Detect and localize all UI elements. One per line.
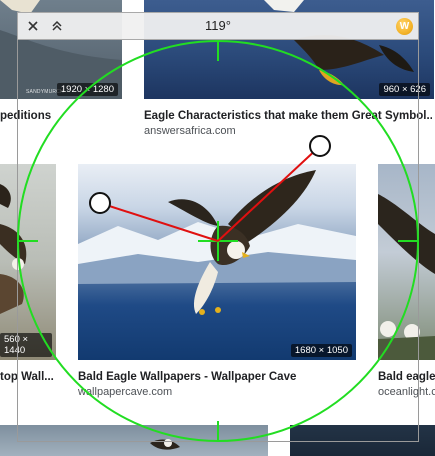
collapse-button[interactable] [46, 15, 68, 37]
app-logo-icon: W [396, 18, 413, 35]
arm-handle-left[interactable] [89, 192, 111, 214]
protractor-toolbar[interactable]: 119° W [17, 12, 419, 40]
protractor-arm-right [217, 145, 321, 242]
protractor-arm-left [99, 202, 219, 242]
double-chevron-up-icon [52, 20, 62, 31]
protractor-overlay [17, 40, 419, 442]
close-icon [28, 21, 38, 31]
close-button[interactable] [22, 15, 44, 37]
arm-handle-right[interactable] [309, 135, 331, 157]
logo-letter: W [399, 21, 410, 32]
angle-readout: 119° [205, 18, 231, 33]
